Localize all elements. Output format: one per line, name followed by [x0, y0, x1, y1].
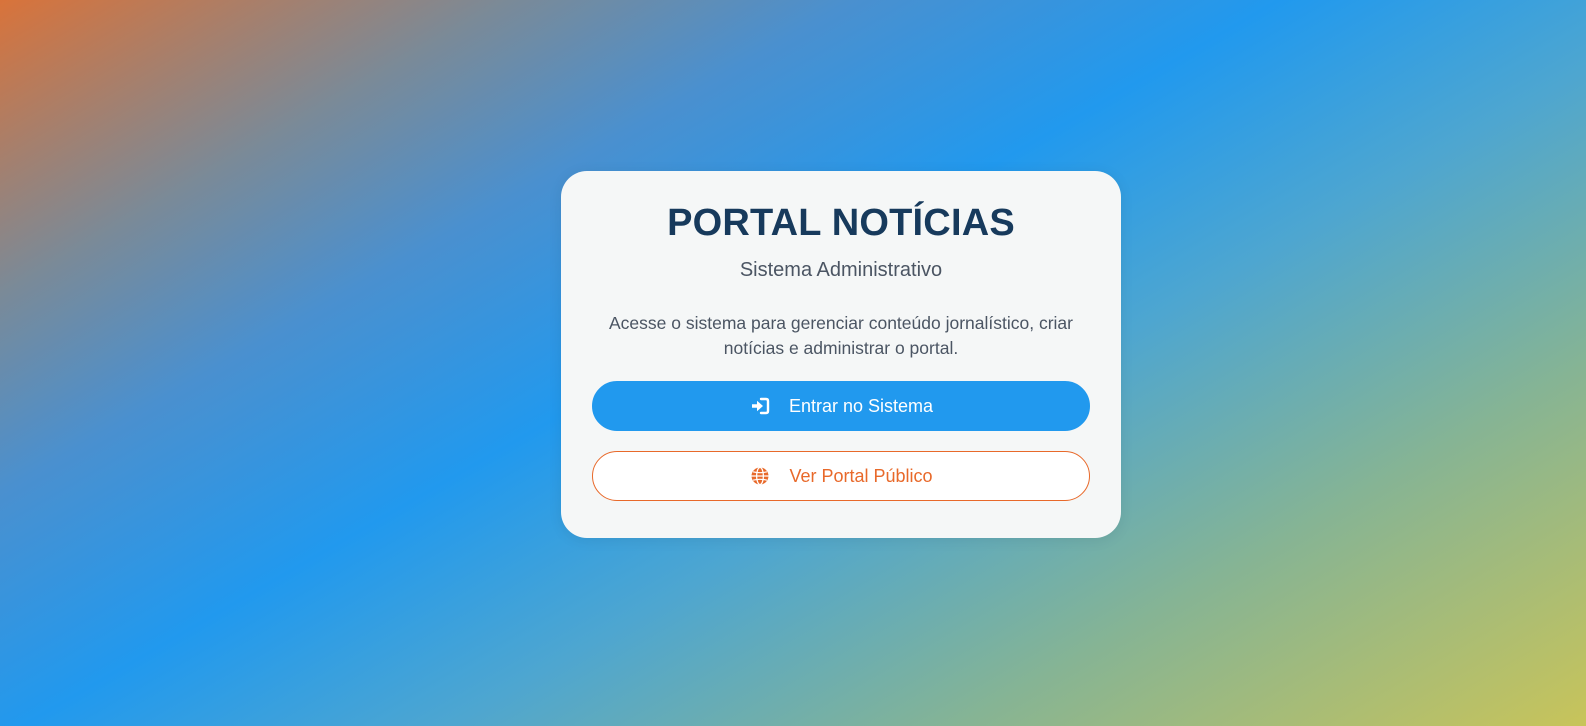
globe-icon [749, 465, 771, 487]
page-subtitle: Sistema Administrativo [739, 259, 943, 281]
sign-in-icon [749, 395, 771, 417]
page-title: PORTAL NOTÍCIAS [667, 202, 1015, 244]
login-button-label: Entrar no Sistema [788, 395, 934, 416]
public-portal-button[interactable]: Ver Portal Público [592, 451, 1090, 501]
public-portal-button-label: Ver Portal Público [789, 465, 933, 486]
description-text: Acesse o sistema para gerenciar conteúdo… [609, 313, 1073, 358]
login-button[interactable]: Entrar no Sistema [592, 381, 1090, 431]
login-card: PORTAL NOTÍCIAS Sistema Administrativo A… [561, 171, 1121, 538]
